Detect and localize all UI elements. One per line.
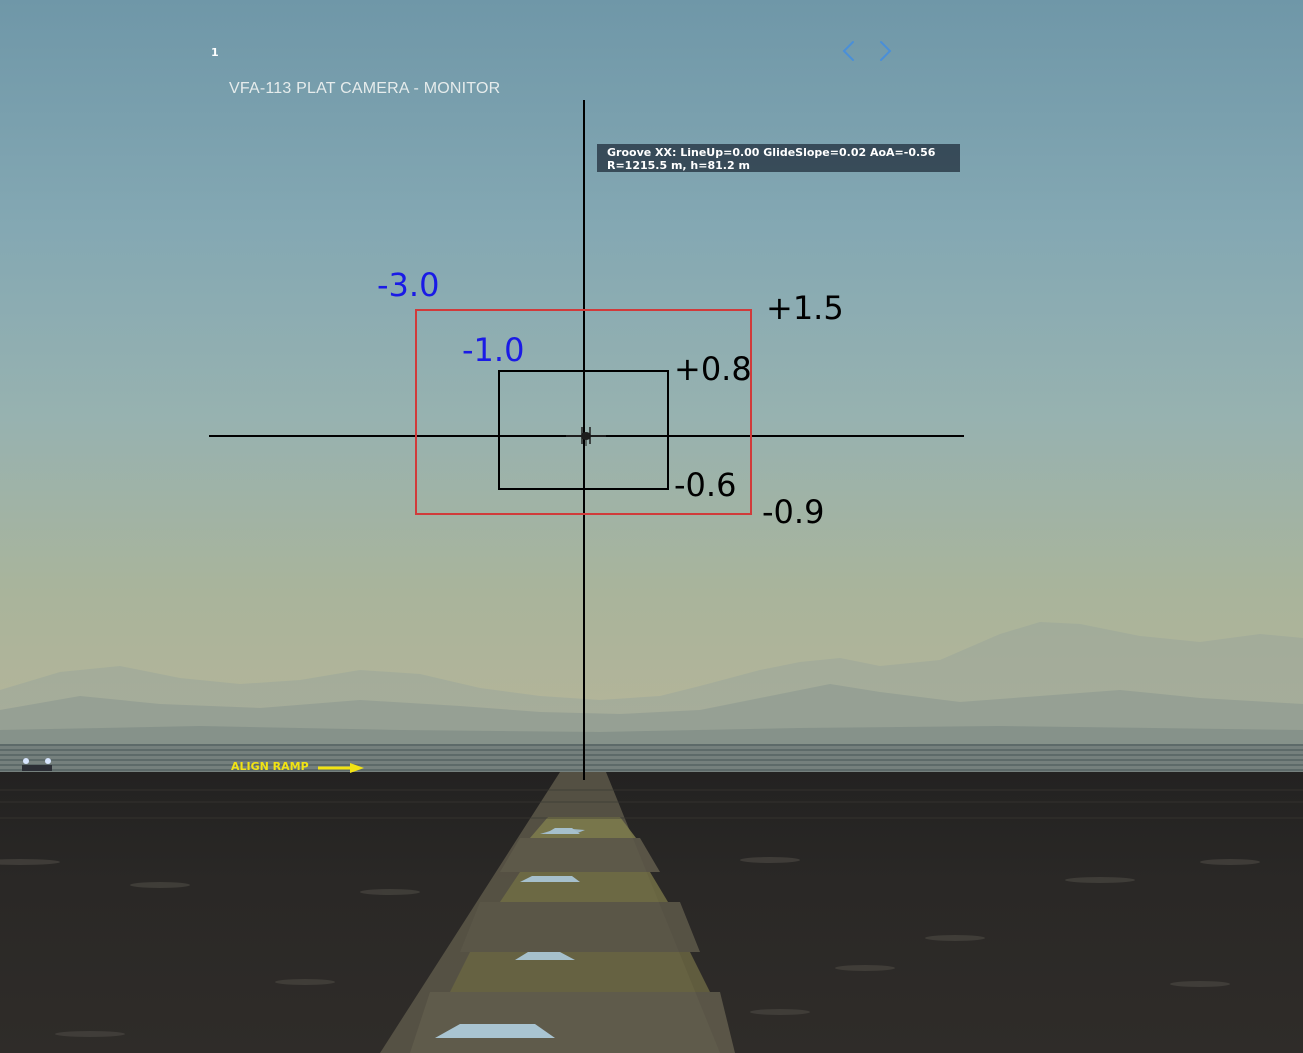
page-number: 1: [211, 46, 219, 59]
align-ramp-label: ALIGN RAMP: [231, 760, 309, 773]
outer-left-limit: -3.0: [377, 266, 440, 304]
sea-horizon: [0, 744, 1303, 774]
groove-info-panel: Groove XX: LineUp=0.00 GlideSlope=0.02 A…: [597, 144, 960, 172]
inner-bottom-limit: -0.6: [674, 466, 737, 504]
outer-bottom-limit: -0.9: [762, 493, 825, 531]
chevron-right-icon: [880, 41, 892, 61]
next-camera-button[interactable]: [874, 38, 896, 64]
chevron-left-icon: [842, 41, 854, 61]
previous-camera-button[interactable]: [838, 38, 860, 64]
range-height-readout: R=1215.5 m, h=81.2 m: [607, 159, 750, 172]
arrow-right-icon: [318, 763, 364, 773]
groove-readout: Groove XX: LineUp=0.00 GlideSlope=0.02 A…: [607, 146, 936, 159]
landing-lane: [0, 772, 1303, 1053]
inner-left-limit: -1.0: [462, 331, 525, 369]
deck-lights: [22, 758, 52, 771]
mountain-range: [0, 622, 1303, 760]
aircraft-icon: [566, 427, 606, 446]
outer-top-limit: +1.5: [766, 289, 844, 327]
inner-top-limit: +0.8: [674, 350, 752, 388]
camera-title: VFA-113 PLAT CAMERA - MONITOR: [229, 80, 501, 97]
